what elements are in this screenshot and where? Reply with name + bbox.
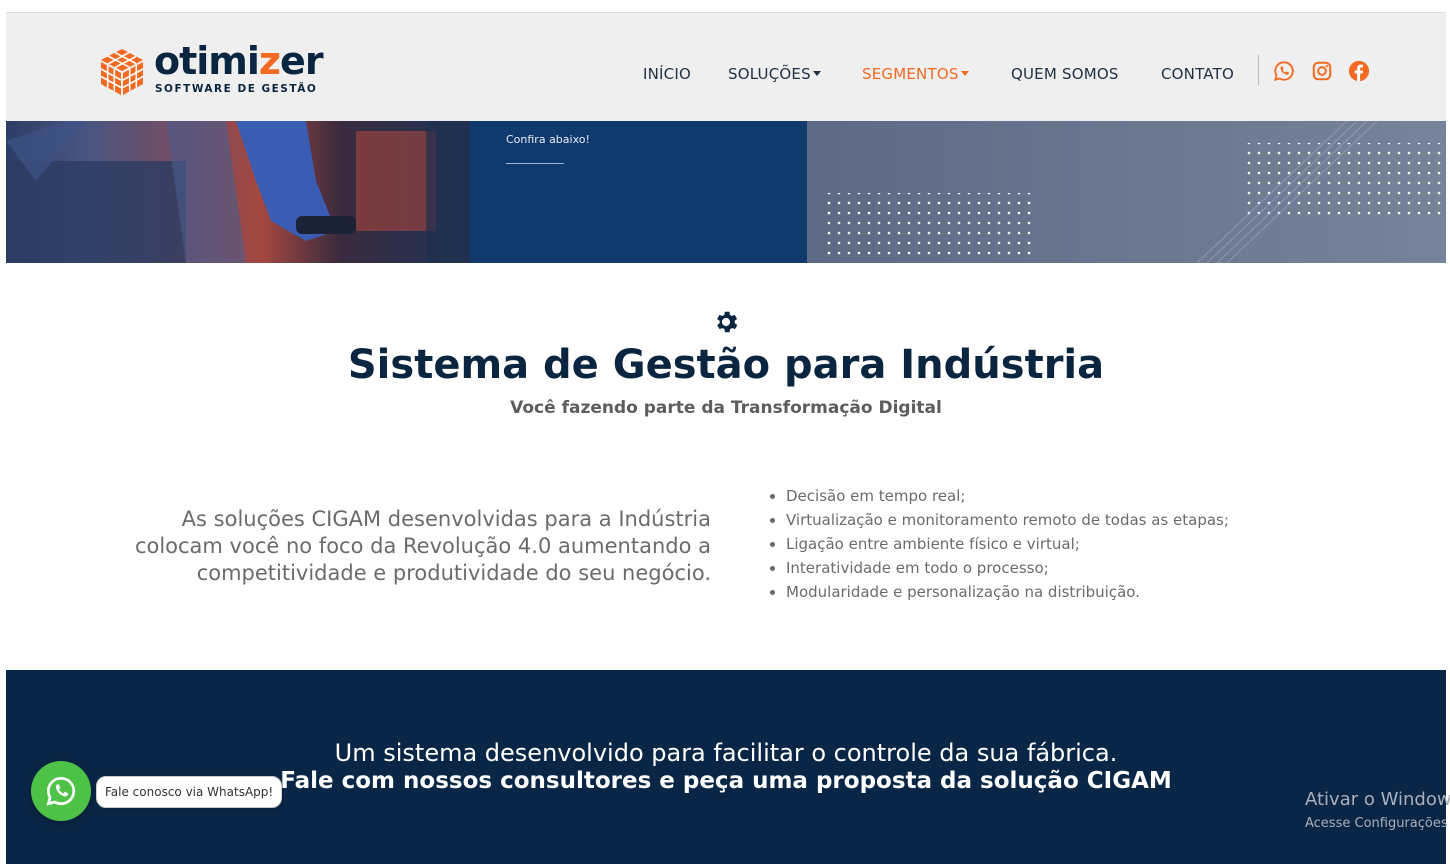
whatsapp-float-label[interactable]: Fale conosco via WhatsApp! xyxy=(96,776,283,808)
lead-paragraph: As soluções CIGAM desenvolvidas para a I… xyxy=(134,507,711,585)
nav-segmentos[interactable]: SEGMENTOS xyxy=(862,65,969,83)
windows-activation-title: Ativar o Windows xyxy=(1305,789,1450,810)
logo-tagline: SOFTWARE DE GESTÃO xyxy=(155,83,318,95)
logo-cube-icon xyxy=(100,49,144,95)
windows-activation-subtitle: Acesse Configurações xyxy=(1305,816,1448,831)
whatsapp-float-button[interactable] xyxy=(31,761,91,821)
whatsapp-icon xyxy=(46,776,76,806)
list-item: Decisão em tempo real; xyxy=(786,484,1229,508)
navbar: otimizer SOFTWARE DE GESTÃO INÍCIO SOLUÇ… xyxy=(6,12,1446,122)
list-item: Interatividade em todo o processo; xyxy=(786,556,1229,580)
nav-segmentos-label: SEGMENTOS xyxy=(862,65,959,83)
nav-solucoes[interactable]: SOLUÇÕES xyxy=(728,65,821,83)
chevron-down-icon xyxy=(812,71,821,76)
hero-banner: Confira abaixo! xyxy=(6,121,1446,263)
banner-grey-panel xyxy=(807,121,1446,263)
gear-icon xyxy=(717,311,738,333)
nav-divider xyxy=(1258,55,1259,85)
nav-contato[interactable]: CONTATO xyxy=(1161,65,1234,83)
logo-wordmark: otimizer xyxy=(154,39,324,83)
nav-quem-somos[interactable]: QUEM SOMOS xyxy=(1011,65,1119,83)
feature-list: Decisão em tempo real; Virtualização e m… xyxy=(768,484,1229,604)
page-title: Sistema de Gestão para Indústria xyxy=(347,342,1105,388)
banner-confira-text: Confira abaixo! xyxy=(506,133,590,146)
banner-industry-photo xyxy=(6,121,470,263)
nav-inicio[interactable]: INÍCIO xyxy=(643,65,691,83)
facebook-icon[interactable] xyxy=(1348,60,1370,82)
logo[interactable]: otimizer SOFTWARE DE GESTÃO xyxy=(97,39,337,99)
cta-section: Um sistema desenvolvido para facilitar o… xyxy=(6,670,1446,864)
list-item: Virtualização e monitoramento remoto de … xyxy=(786,508,1229,532)
list-item: Modularidade e personalização na distrib… xyxy=(786,580,1229,604)
list-item: Ligação entre ambiente físico e virtual; xyxy=(786,532,1229,556)
banner-dot-pattern xyxy=(827,121,1445,263)
cta-headline: Um sistema desenvolvido para facilitar o… xyxy=(334,739,1118,767)
page-subtitle: Você fazendo parte da Transformação Digi… xyxy=(510,398,942,418)
instagram-icon[interactable] xyxy=(1311,60,1333,82)
nav-solucoes-label: SOLUÇÕES xyxy=(728,65,811,83)
whatsapp-icon[interactable] xyxy=(1273,60,1295,82)
banner-underline xyxy=(506,163,564,164)
chevron-down-icon xyxy=(960,71,969,76)
page: otimizer SOFTWARE DE GESTÃO INÍCIO SOLUÇ… xyxy=(6,12,1446,864)
banner-photo-art xyxy=(6,121,470,263)
